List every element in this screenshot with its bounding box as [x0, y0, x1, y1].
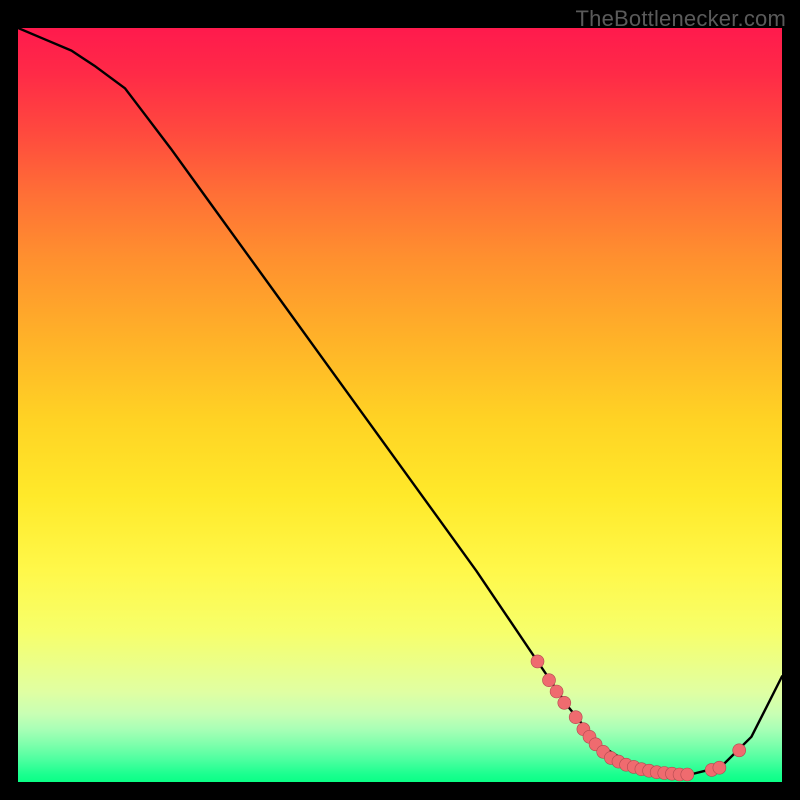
data-point	[531, 655, 544, 668]
data-point	[550, 685, 563, 698]
chart-svg	[18, 28, 782, 782]
marker-group	[531, 655, 746, 781]
data-point	[558, 696, 571, 709]
data-point	[543, 674, 556, 687]
plot-area	[18, 28, 782, 782]
watermark-text: TheBottlenecker.com	[576, 6, 786, 32]
data-point	[713, 761, 726, 774]
data-point	[681, 768, 694, 781]
data-point	[569, 711, 582, 724]
chart-frame: TheBottlenecker.com	[0, 0, 800, 800]
curve-line	[18, 28, 782, 775]
data-point	[733, 744, 746, 757]
